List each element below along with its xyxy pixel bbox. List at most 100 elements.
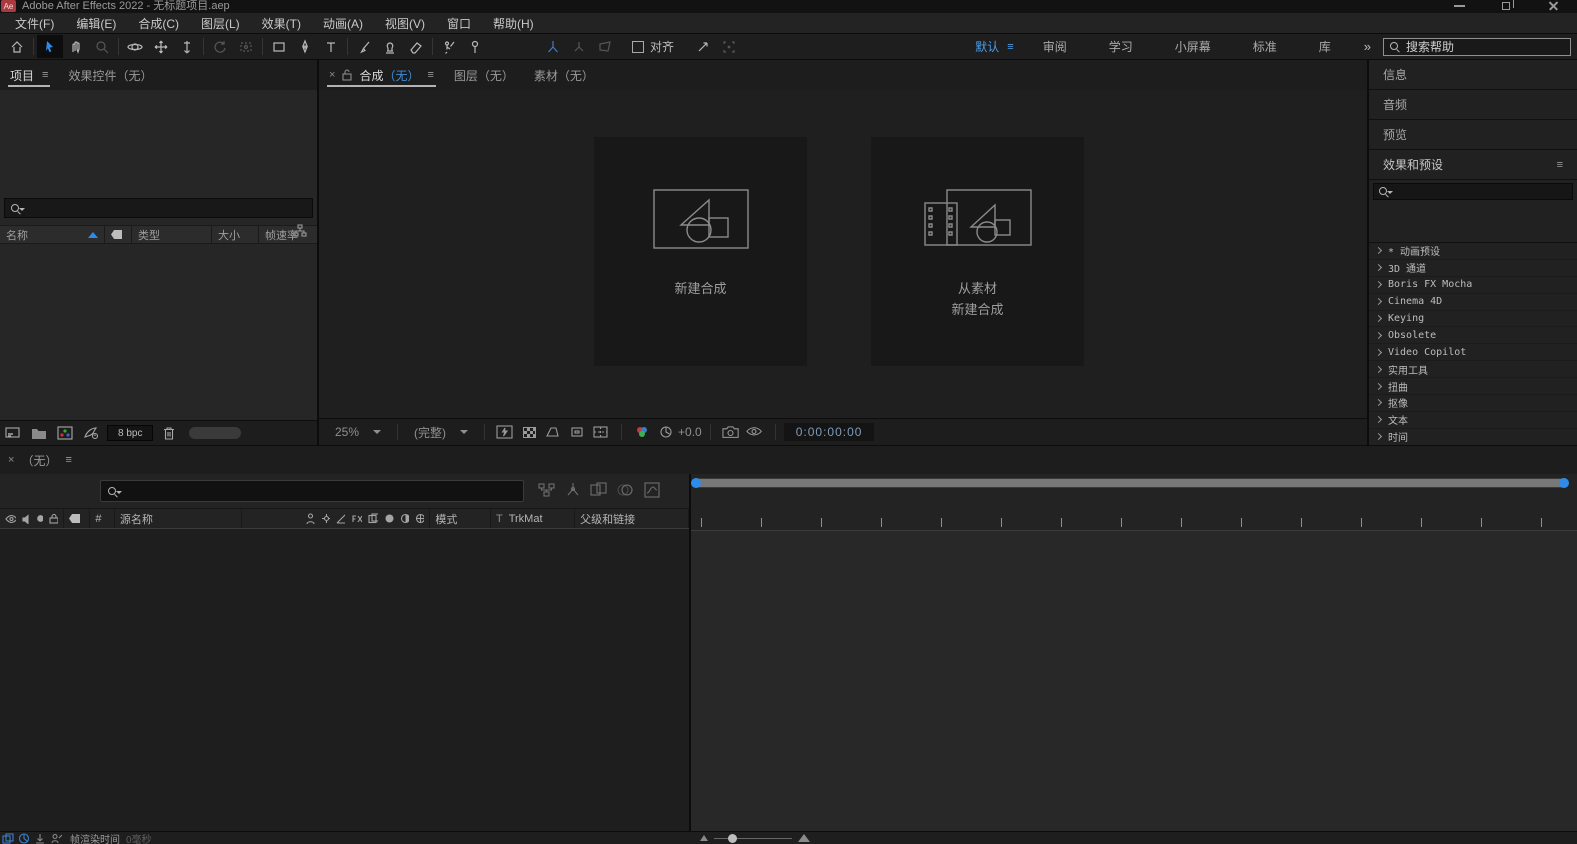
collapsed-panel-header[interactable]: 音频: [1369, 90, 1577, 120]
effects-category-row[interactable]: Boris FX Mocha: [1369, 277, 1577, 294]
snap-control[interactable]: 对齐: [632, 38, 674, 55]
project-scrollbar-thumb[interactable]: [189, 427, 241, 439]
rectangle-tool-icon[interactable]: [266, 35, 292, 58]
motion-blur-icon[interactable]: [617, 482, 635, 501]
menu-item[interactable]: 图层(L): [190, 15, 251, 32]
timeline-search-input[interactable]: [100, 480, 524, 502]
track-area[interactable]: [691, 530, 1577, 831]
snap-checkbox[interactable]: [632, 41, 644, 53]
eraser-tool-icon[interactable]: [403, 35, 429, 58]
ne-arrow-icon[interactable]: [690, 35, 716, 58]
mode-column[interactable]: 模式: [430, 509, 491, 528]
unified-camera-tool-icon[interactable]: [233, 35, 259, 58]
view-axis-mode-icon[interactable]: [592, 35, 618, 58]
timeline-column-divider[interactable]: [689, 474, 691, 844]
hand-tool-icon[interactable]: [63, 35, 89, 58]
work-area-bar[interactable]: [691, 478, 1569, 488]
selection-tool-icon[interactable]: [37, 35, 63, 58]
mask-visibility-icon[interactable]: [541, 422, 565, 442]
render-status-icon[interactable]: [16, 832, 32, 844]
number-column[interactable]: #: [90, 509, 115, 528]
menu-item[interactable]: 合成(C): [127, 15, 190, 32]
effects-category-row[interactable]: 实用工具: [1369, 361, 1577, 378]
workspace-overflow-icon[interactable]: »: [1352, 39, 1383, 54]
work-area-start-handle[interactable]: [691, 478, 701, 488]
clone-stamp-tool-icon[interactable]: [377, 35, 403, 58]
layer-list-area[interactable]: [0, 530, 689, 831]
draft-3d-icon[interactable]: [565, 482, 581, 501]
composition-mini-flowchart-icon[interactable]: [538, 482, 556, 501]
zoom-in-icon[interactable]: [798, 834, 810, 842]
effects-category-row[interactable]: 文本: [1369, 412, 1577, 429]
zoom-out-frames-icon[interactable]: [700, 835, 708, 841]
brush-tool-icon[interactable]: [351, 35, 377, 58]
zoom-slider-knob[interactable]: [728, 834, 737, 843]
menu-item[interactable]: 窗口: [436, 15, 482, 32]
dolly-camera-tool-icon[interactable]: [174, 35, 200, 58]
work-area-end-handle[interactable]: [1559, 478, 1569, 488]
close-button[interactable]: [1530, 0, 1577, 13]
effects-category-row[interactable]: 时间: [1369, 429, 1577, 445]
live-update-icon[interactable]: [0, 832, 16, 844]
type-tool-icon[interactable]: [318, 35, 344, 58]
trkmat-column[interactable]: T TrkMat: [491, 509, 575, 528]
workspace-tab[interactable]: 学习: [1088, 38, 1154, 55]
panel-menu-icon[interactable]: ≡: [65, 454, 71, 466]
menu-item[interactable]: 编辑(E): [65, 15, 127, 32]
effects-search-input[interactable]: [1373, 183, 1573, 200]
minimize-button[interactable]: [1436, 0, 1483, 13]
local-axis-mode-icon[interactable]: [540, 35, 566, 58]
marquee-icon[interactable]: [716, 35, 742, 58]
workspace-tab[interactable]: 审阅: [1022, 38, 1088, 55]
workspace-menu-icon[interactable]: ≡: [1007, 41, 1013, 53]
timeline-tab-label[interactable]: （无）: [21, 452, 57, 469]
help-search-input[interactable]: 搜索帮助: [1383, 38, 1571, 56]
collaborate-icon[interactable]: [48, 832, 64, 844]
exposure-reset-icon[interactable]: [654, 422, 678, 442]
new-folder-icon[interactable]: [29, 424, 49, 442]
tab-composition[interactable]: × 合成 （无） ≡: [319, 60, 444, 90]
workspace-tab[interactable]: 标准: [1232, 38, 1298, 55]
zoom-tool-icon[interactable]: [89, 35, 115, 58]
snapshot-camera-icon[interactable]: [719, 422, 743, 442]
source-name-column[interactable]: 源名称: [115, 509, 242, 528]
av-features-column[interactable]: [0, 509, 64, 528]
restore-button[interactable]: [1483, 0, 1530, 13]
zoom-slider-track[interactable]: [714, 838, 792, 839]
exposure-value[interactable]: +0.0: [678, 425, 702, 439]
time-ruler[interactable]: [691, 498, 1577, 530]
home-icon[interactable]: [4, 35, 30, 58]
effects-category-row[interactable]: * 动画预设: [1369, 243, 1577, 260]
close-tab-icon[interactable]: ×: [8, 454, 14, 466]
label-column[interactable]: [64, 509, 90, 528]
world-axis-mode-icon[interactable]: [566, 35, 592, 58]
tab-project[interactable]: 项目 ≡: [0, 60, 58, 90]
new-composition-icon[interactable]: [55, 424, 75, 442]
collapsed-panel-header[interactable]: 信息: [1369, 60, 1577, 90]
color-depth-button[interactable]: 8 bpc: [107, 425, 153, 441]
workspace-tab-active[interactable]: 默认 ≡: [967, 38, 1021, 55]
effects-category-row[interactable]: Cinema 4D: [1369, 294, 1577, 311]
menu-item[interactable]: 帮助(H): [482, 15, 545, 32]
unlock-icon[interactable]: [342, 69, 352, 81]
effects-category-row[interactable]: 3D 通道: [1369, 260, 1577, 277]
channel-rgb-icon[interactable]: [630, 422, 654, 442]
work-area-track[interactable]: [697, 479, 1563, 487]
effects-category-row[interactable]: Obsolete: [1369, 327, 1577, 344]
rotation-tool-icon[interactable]: [207, 35, 233, 58]
magnification-dropdown[interactable]: 25%: [327, 425, 389, 439]
parent-link-column[interactable]: 父级和链接: [575, 509, 689, 528]
panel-menu-icon[interactable]: ≡: [42, 69, 48, 81]
resolution-dropdown[interactable]: (完整): [406, 424, 476, 441]
pan-camera-tool-icon[interactable]: [148, 35, 174, 58]
collapsed-panel-header[interactable]: 预览: [1369, 120, 1577, 150]
tab-inactive[interactable]: 图层（无）: [444, 60, 524, 90]
graph-editor-icon[interactable]: [644, 482, 660, 501]
render-engine-icon[interactable]: [81, 424, 101, 442]
panel-menu-icon[interactable]: ≡: [427, 69, 433, 81]
timecode-display[interactable]: 0:00:00:00: [784, 423, 875, 441]
new-composition-card[interactable]: 新建合成: [594, 137, 807, 366]
effects-category-row[interactable]: 扭曲: [1369, 378, 1577, 395]
orbit-camera-tool-icon[interactable]: [122, 35, 148, 58]
effects-category-row[interactable]: Keying: [1369, 311, 1577, 328]
